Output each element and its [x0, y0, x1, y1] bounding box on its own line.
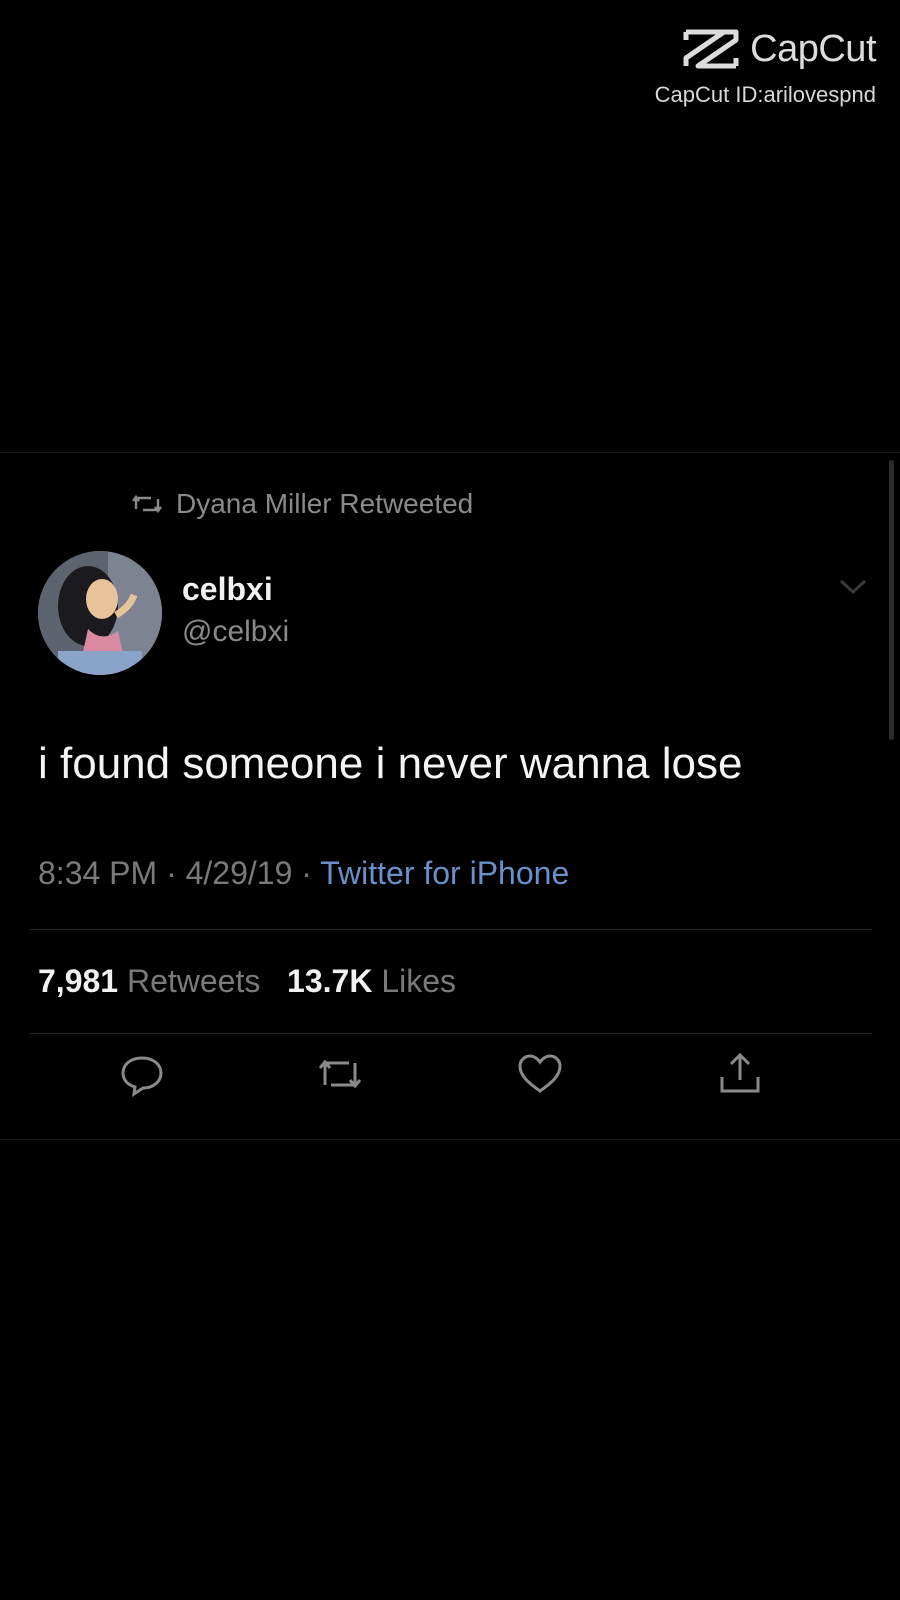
- likes-label[interactable]: Likes: [381, 963, 456, 999]
- tweet-stats: 7,981 Retweets 13.7K Likes: [38, 963, 456, 1000]
- retweeted-by[interactable]: Dyana Miller Retweeted: [132, 488, 473, 520]
- capcut-logo-icon: [683, 29, 739, 69]
- retweet-icon: [132, 495, 162, 513]
- like-button[interactable]: [515, 1049, 565, 1099]
- tweet-date: 4/29/19: [185, 855, 293, 891]
- meta-separator: ·: [292, 855, 321, 891]
- capcut-brand: CapCut: [750, 27, 876, 70]
- retweeted-by-label: Dyana Miller Retweeted: [176, 488, 474, 519]
- author-name[interactable]: celbxi: [182, 571, 273, 608]
- tweet-card: Dyana Miller Retweeted celbxi @celbxi i …: [0, 452, 900, 1140]
- reply-icon: [121, 1056, 163, 1098]
- retweet-icon: [318, 1059, 362, 1089]
- tweet-time: 8:34 PM: [38, 855, 158, 891]
- capcut-watermark: CapCut CapCut ID:arilovespnd: [654, 26, 877, 108]
- capcut-id: CapCut ID:arilovespnd: [654, 82, 876, 107]
- tweet-actions: [0, 1049, 900, 1099]
- retweets-count[interactable]: 7,981: [38, 963, 118, 999]
- avatar-image: [38, 551, 162, 675]
- share-button[interactable]: [715, 1049, 765, 1099]
- divider: [30, 929, 872, 930]
- tweet-source-link[interactable]: Twitter for iPhone: [320, 855, 569, 891]
- chevron-down-icon[interactable]: [838, 577, 868, 597]
- retweet-button[interactable]: [315, 1049, 365, 1099]
- author-handle[interactable]: @celbxi: [182, 615, 289, 649]
- share-icon: [720, 1052, 760, 1093]
- retweets-label[interactable]: Retweets: [127, 963, 260, 999]
- tweet-text: i found someone i never wanna lose: [38, 739, 743, 788]
- tweet-meta: 8:34 PM · 4/29/19 · Twitter for iPhone: [38, 855, 569, 892]
- reply-button[interactable]: [117, 1049, 167, 1099]
- likes-count[interactable]: 13.7K: [287, 963, 372, 999]
- avatar[interactable]: [38, 551, 162, 675]
- capcut-logo: CapCut: [655, 26, 876, 72]
- like-icon: [518, 1054, 562, 1093]
- divider: [30, 1033, 872, 1034]
- meta-separator: ·: [157, 855, 186, 891]
